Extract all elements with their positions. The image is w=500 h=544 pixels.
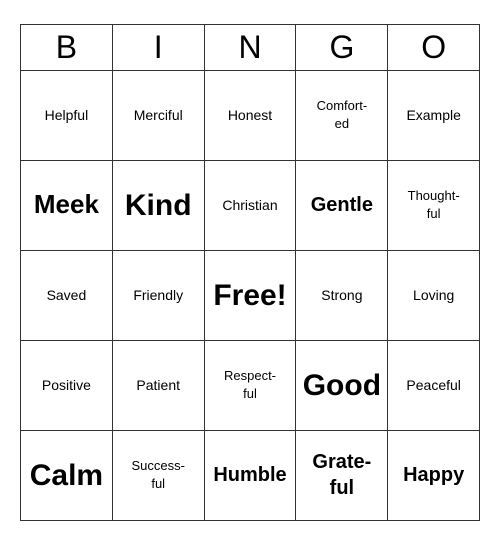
- cell-text: Merciful: [134, 107, 183, 123]
- bingo-cell-r4-c4: Happy: [388, 430, 480, 520]
- cell-text: Christian: [222, 197, 277, 213]
- bingo-table: BINGO Helpful Merciful Honest Comfort- ed Ex…: [20, 24, 480, 521]
- bingo-cell-r1-c4: Thought- ful: [388, 160, 480, 250]
- bingo-cell-r3-c0: Positive: [21, 340, 113, 430]
- bingo-cell-r0-c4: Example: [388, 70, 480, 160]
- bingo-cell-r0-c2: Honest: [204, 70, 296, 160]
- header-cell-o: O: [388, 24, 480, 70]
- cell-text: Meek: [34, 189, 99, 219]
- header-cell-b: B: [21, 24, 113, 70]
- bingo-cell-r3-c1: Patient: [112, 340, 204, 430]
- bingo-cell-r4-c2: Humble: [204, 430, 296, 520]
- bingo-cell-r4-c3: Grate- ful: [296, 430, 388, 520]
- cell-text: Friendly: [133, 287, 183, 303]
- cell-text: Kind: [125, 189, 192, 222]
- bingo-cell-r3-c4: Peaceful: [388, 340, 480, 430]
- cell-text: Respect- ful: [224, 368, 276, 401]
- bingo-cell-r2-c4: Loving: [388, 250, 480, 340]
- cell-text: Success- ful: [131, 458, 184, 491]
- bingo-cell-r2-c0: Saved: [21, 250, 113, 340]
- cell-text: Helpful: [45, 107, 89, 123]
- bingo-cell-r0-c0: Helpful: [21, 70, 113, 160]
- bingo-card-container: BINGO Helpful Merciful Honest Comfort- ed Ex…: [20, 24, 480, 521]
- header-cell-g: G: [296, 24, 388, 70]
- cell-text: Positive: [42, 377, 91, 393]
- cell-text: Happy: [403, 464, 464, 486]
- bingo-cell-r3-c2: Respect- ful: [204, 340, 296, 430]
- table-row: Calm Success- ful Humble Grate- ful Happy: [21, 430, 480, 520]
- bingo-cell-r4-c0: Calm: [21, 430, 113, 520]
- bingo-cell-r1-c0: Meek: [21, 160, 113, 250]
- cell-text: Humble: [213, 464, 286, 486]
- cell-text: Comfort- ed: [317, 98, 368, 131]
- cell-text: Calm: [30, 459, 103, 492]
- bingo-cell-r1-c3: Gentle: [296, 160, 388, 250]
- table-row: Saved Friendly Free! Strong Loving: [21, 250, 480, 340]
- cell-text: Gentle: [311, 194, 373, 216]
- table-row: Positive Patient Respect- ful Good Peaceful: [21, 340, 480, 430]
- cell-text: Peaceful: [406, 377, 460, 393]
- bingo-cell-r0-c3: Comfort- ed: [296, 70, 388, 160]
- table-row: Meek Kind Christian Gentle Thought- ful: [21, 160, 480, 250]
- cell-text: Honest: [228, 107, 272, 123]
- bingo-cell-r2-c1: Friendly: [112, 250, 204, 340]
- bingo-cell-r3-c3: Good: [296, 340, 388, 430]
- header-cell-n: N: [204, 24, 296, 70]
- table-row: Helpful Merciful Honest Comfort- ed Example: [21, 70, 480, 160]
- cell-text: Loving: [413, 287, 454, 303]
- header-row: BINGO: [21, 24, 480, 70]
- cell-text: Good: [303, 369, 381, 402]
- cell-text: Free!: [213, 279, 286, 312]
- bingo-cell-r2-c3: Strong: [296, 250, 388, 340]
- cell-text: Example: [406, 107, 460, 123]
- cell-text: Patient: [136, 377, 180, 393]
- header-cell-i: I: [112, 24, 204, 70]
- bingo-cell-r4-c1: Success- ful: [112, 430, 204, 520]
- bingo-cell-r1-c1: Kind: [112, 160, 204, 250]
- cell-text: Thought- ful: [408, 188, 460, 221]
- cell-text: Saved: [47, 287, 87, 303]
- cell-text: Strong: [321, 287, 362, 303]
- cell-text: Grate- ful: [312, 451, 371, 499]
- bingo-cell-r2-c2: Free!: [204, 250, 296, 340]
- bingo-cell-r1-c2: Christian: [204, 160, 296, 250]
- bingo-cell-r0-c1: Merciful: [112, 70, 204, 160]
